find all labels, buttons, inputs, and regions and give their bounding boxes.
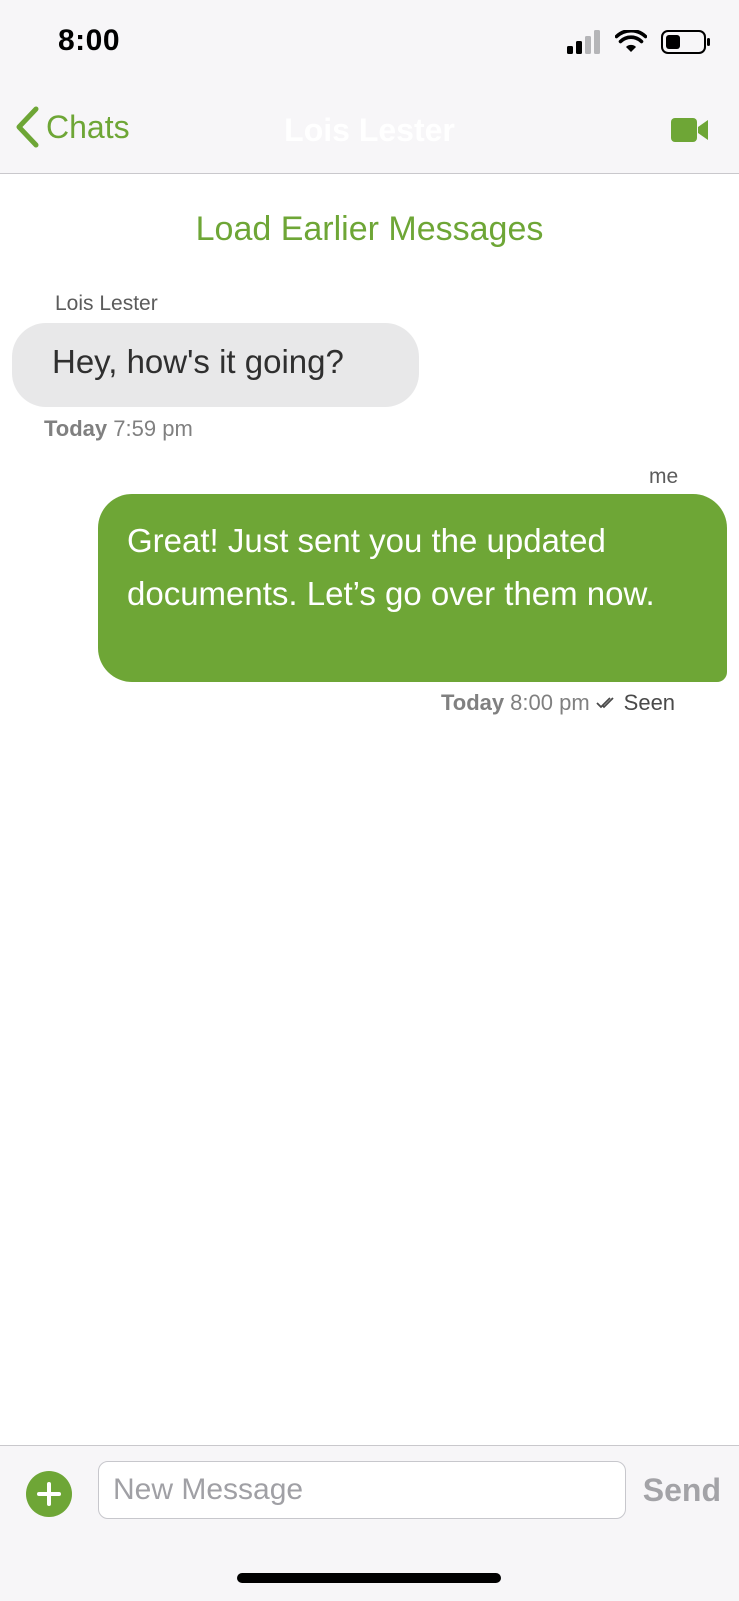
outgoing-message-bubble[interactable]: Great! Just sent you the updated documen… [98,494,727,682]
cellular-signal-icon [567,30,600,54]
nav-bar: Chats Lois Lester [0,88,739,174]
message-timestamp: Today 7:59 pm [44,416,193,442]
message-time: 7:59 pm [113,416,193,441]
message-timestamp: Today 8:00 pm Seen [441,690,675,716]
message-time: 8:00 pm [510,690,590,715]
nav-title: Lois Lester [284,112,455,148]
message-day: Today [44,416,108,441]
message-sender-name: me [649,465,679,488]
message-day: Today [441,690,505,715]
load-earlier-messages-button[interactable]: Load Earlier Messages [0,210,739,249]
add-attachment-button[interactable] [26,1471,72,1517]
video-camera-icon [671,118,708,142]
double-check-icon [596,697,614,709]
battery-icon [661,30,710,54]
home-indicator [237,1573,501,1583]
send-button[interactable]: Send [643,1472,721,1509]
message-seen-status: Seen [623,690,676,715]
incoming-message-bubble[interactable]: Hey, how's it going? [12,323,419,407]
wifi-icon [615,30,647,52]
new-message-input[interactable] [98,1461,626,1519]
status-time: 8:00 [58,24,121,57]
status-icons [567,30,711,54]
message-sender-name: Lois Lester [55,292,158,315]
video-call-button[interactable] [671,116,709,149]
status-bar: 8:00 [0,0,739,88]
